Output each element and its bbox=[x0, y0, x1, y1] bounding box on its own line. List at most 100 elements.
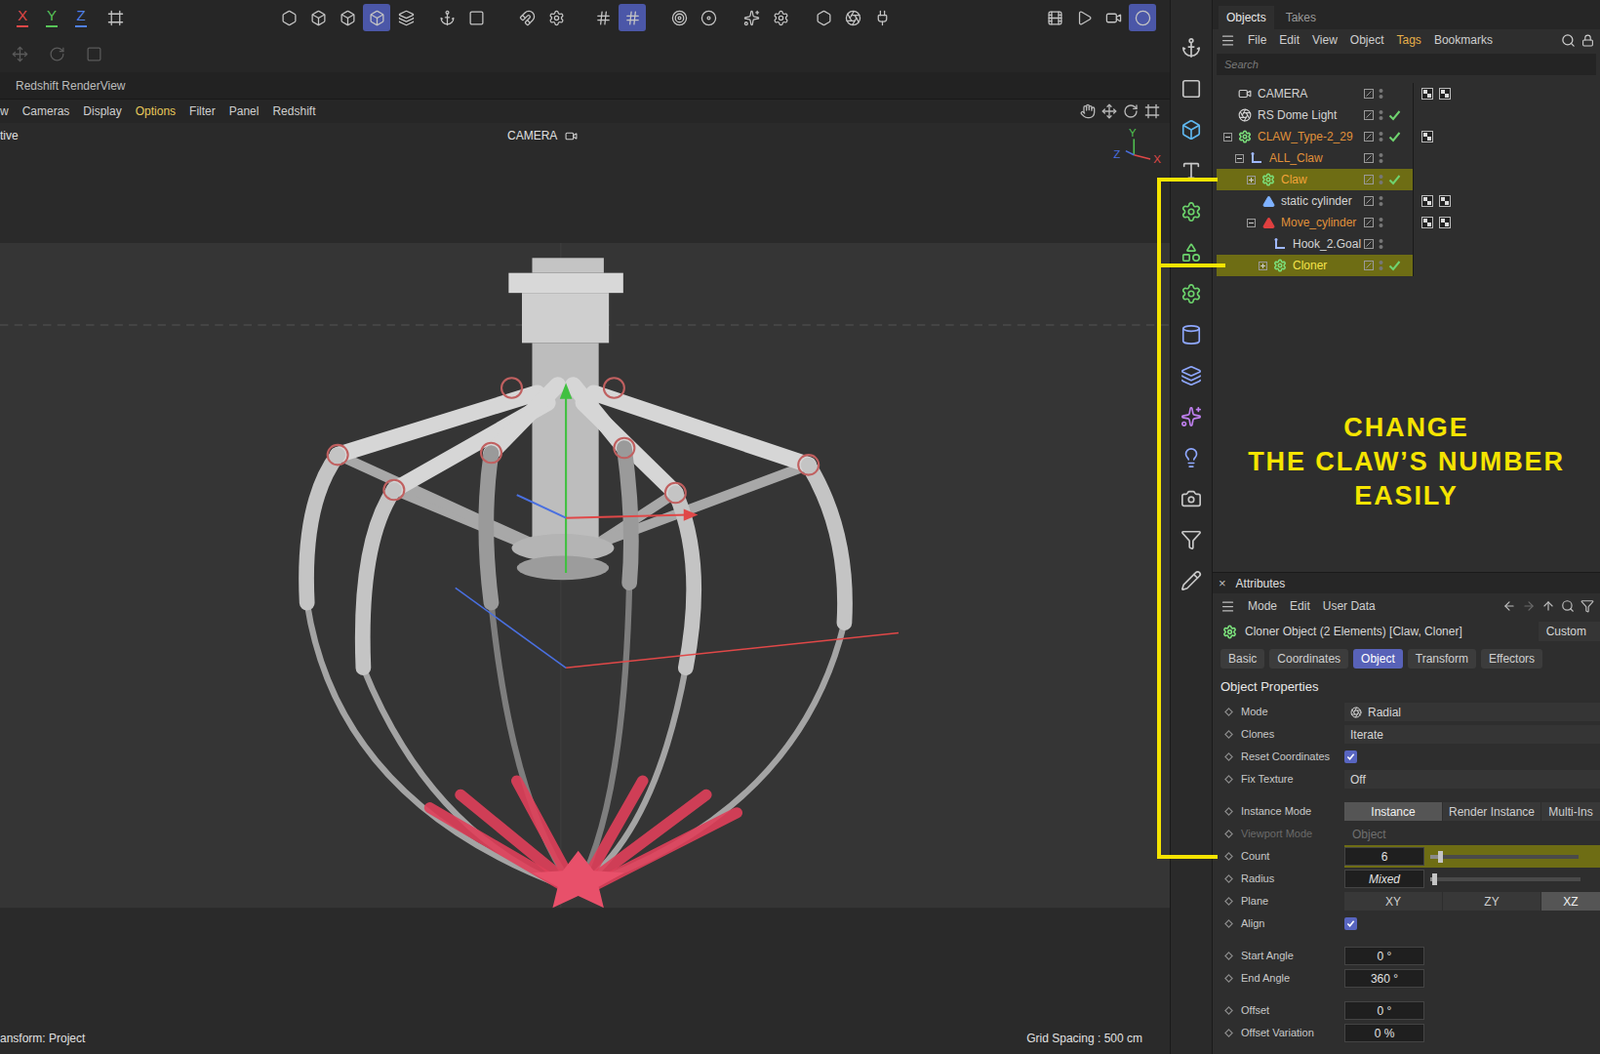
keyframe-diamond-icon[interactable] bbox=[1224, 707, 1234, 717]
search-icon[interactable] bbox=[1560, 33, 1576, 48]
field-icon[interactable] bbox=[1180, 364, 1202, 387]
slider-field[interactable]: Mixed bbox=[1344, 869, 1425, 888]
keyframe-diamond-icon[interactable] bbox=[1224, 774, 1234, 784]
viewport-menu-item[interactable]: Display bbox=[82, 102, 121, 120]
enabled-check-icon[interactable] bbox=[1388, 259, 1401, 272]
camera-icon[interactable] bbox=[1180, 487, 1202, 510]
dropdown[interactable]: Radial bbox=[1344, 702, 1600, 721]
pan-icon[interactable] bbox=[1080, 103, 1096, 120]
number-field[interactable]: 360 ° bbox=[1344, 968, 1425, 988]
hamburger-icon[interactable] bbox=[1220, 599, 1236, 614]
keyframe-diamond-icon[interactable] bbox=[1224, 752, 1234, 761]
keyframe-diamond-icon[interactable] bbox=[1224, 919, 1234, 928]
object-name[interactable]: Claw bbox=[1280, 170, 1308, 189]
viewport-menu-item[interactable]: Options bbox=[135, 102, 176, 120]
toolbar-button[interactable] bbox=[513, 3, 541, 32]
tag-icon[interactable] bbox=[1421, 130, 1434, 143]
menu-item[interactable]: Object bbox=[1350, 31, 1385, 49]
keyframe-diamond-icon[interactable] bbox=[1224, 1005, 1234, 1015]
layout-icon[interactable] bbox=[1144, 103, 1160, 120]
segment-option[interactable]: ZY bbox=[1442, 891, 1541, 911]
object-row[interactable]: Move_cylinder bbox=[1212, 211, 1600, 234]
toolbar-button[interactable] bbox=[809, 3, 838, 32]
enabled-check-icon[interactable] bbox=[1388, 130, 1401, 143]
toolbar-button[interactable] bbox=[80, 40, 108, 68]
close-button[interactable]: × bbox=[1218, 573, 1227, 594]
toolbar-button[interactable] bbox=[362, 3, 391, 32]
editor-toggle-icon[interactable] bbox=[1363, 196, 1374, 206]
axis-toggle[interactable]: X bbox=[7, 3, 38, 32]
search-field[interactable]: Search bbox=[1216, 53, 1597, 76]
object-row[interactable]: Hook_2.Goal bbox=[1212, 233, 1600, 255]
object-row[interactable]: ALL_Claw bbox=[1212, 147, 1600, 169]
keyframe-diamond-icon[interactable] bbox=[1224, 973, 1234, 983]
tag-icon[interactable] bbox=[1421, 216, 1434, 229]
cube-icon[interactable] bbox=[1180, 119, 1202, 141]
toolbar-button[interactable] bbox=[333, 3, 361, 32]
object-row[interactable]: Cloner bbox=[1212, 254, 1600, 277]
scene-icon[interactable] bbox=[1180, 528, 1202, 551]
object-name[interactable]: static cylinder bbox=[1280, 192, 1353, 210]
keyframe-diamond-icon[interactable] bbox=[1224, 806, 1234, 816]
attribute-tab[interactable]: Coordinates bbox=[1269, 648, 1349, 669]
light-icon[interactable] bbox=[1180, 446, 1202, 469]
slider-field[interactable]: 6 bbox=[1344, 846, 1425, 866]
up-icon[interactable] bbox=[1541, 599, 1556, 613]
keyframe-diamond-icon[interactable] bbox=[1224, 851, 1234, 861]
visibility-dots-icon[interactable] bbox=[1378, 195, 1384, 207]
viewport[interactable]: YZXtiveCAMERA bbox=[0, 122, 1170, 1023]
menu-item[interactable]: Bookmarks bbox=[1434, 31, 1493, 49]
object-row[interactable]: static cylinder bbox=[1212, 190, 1600, 212]
viewport-menu-item[interactable]: Panel bbox=[229, 102, 260, 120]
slider-handle[interactable] bbox=[1432, 873, 1438, 885]
panel-tab[interactable]: Objects bbox=[1218, 5, 1275, 30]
back-icon[interactable] bbox=[1502, 599, 1517, 613]
toolbar-button[interactable] bbox=[392, 3, 420, 32]
object-name[interactable]: CLAW_Type-2_29 bbox=[1257, 127, 1354, 146]
filter-icon[interactable] bbox=[1580, 599, 1595, 613]
move-gizmo[interactable] bbox=[455, 382, 899, 668]
attribute-tab[interactable]: Effectors bbox=[1480, 648, 1543, 669]
toolbar-button[interactable] bbox=[42, 40, 71, 68]
visibility-dots-icon[interactable] bbox=[1378, 173, 1384, 186]
editor-toggle-icon[interactable] bbox=[1363, 239, 1374, 249]
camera-label[interactable]: CAMERA bbox=[507, 126, 578, 145]
toolbar-button[interactable] bbox=[5, 40, 34, 68]
viewport-menu-item[interactable]: Redshift bbox=[272, 102, 316, 120]
attribute-tab[interactable]: Object bbox=[1353, 648, 1403, 669]
search-icon[interactable] bbox=[1560, 599, 1575, 613]
viewport-menu-item[interactable]: w bbox=[0, 102, 9, 120]
slider-handle[interactable] bbox=[1438, 850, 1443, 863]
toolbar-button[interactable] bbox=[1040, 3, 1069, 32]
toolbar-button[interactable] bbox=[766, 3, 795, 32]
object-row[interactable]: Claw bbox=[1212, 168, 1600, 191]
viewport-menu-item[interactable]: Cameras bbox=[22, 102, 71, 120]
visibility-dots-icon[interactable] bbox=[1378, 109, 1384, 121]
object-row[interactable]: RS Dome Light bbox=[1212, 104, 1600, 126]
number-field[interactable]: 0 ° bbox=[1344, 1000, 1425, 1020]
collapse-icon[interactable] bbox=[1246, 218, 1256, 228]
visibility-dots-icon[interactable] bbox=[1378, 130, 1384, 143]
expand-icon[interactable] bbox=[1246, 175, 1256, 185]
editor-toggle-icon[interactable] bbox=[1363, 131, 1374, 142]
number-field[interactable]: 0 ° bbox=[1344, 946, 1425, 965]
cloner-icon[interactable] bbox=[1180, 282, 1202, 305]
toolbar-button[interactable] bbox=[1099, 3, 1127, 32]
visibility-dots-icon[interactable] bbox=[1378, 216, 1384, 229]
enabled-check-icon[interactable] bbox=[1388, 109, 1401, 121]
collapse-icon[interactable] bbox=[1223, 132, 1233, 142]
expand-icon[interactable] bbox=[1258, 261, 1268, 271]
toolbar-button[interactable] bbox=[101, 3, 129, 32]
editor-toggle-icon[interactable] bbox=[1363, 260, 1374, 271]
tag-icon[interactable] bbox=[1421, 87, 1434, 100]
tag-icon[interactable] bbox=[1439, 195, 1451, 207]
keyframe-diamond-icon[interactable] bbox=[1224, 1028, 1234, 1038]
keyframe-diamond-icon[interactable] bbox=[1224, 874, 1234, 883]
keyframe-diamond-icon[interactable] bbox=[1224, 829, 1234, 839]
orbit-icon[interactable] bbox=[1122, 103, 1139, 120]
toolbar-button[interactable] bbox=[618, 3, 646, 32]
viewport-menu-item[interactable]: Filter bbox=[189, 102, 216, 120]
tag-icon[interactable] bbox=[1439, 216, 1451, 229]
segment-option[interactable]: Render Instance bbox=[1442, 801, 1541, 821]
segment-option[interactable]: Instance bbox=[1344, 801, 1442, 821]
